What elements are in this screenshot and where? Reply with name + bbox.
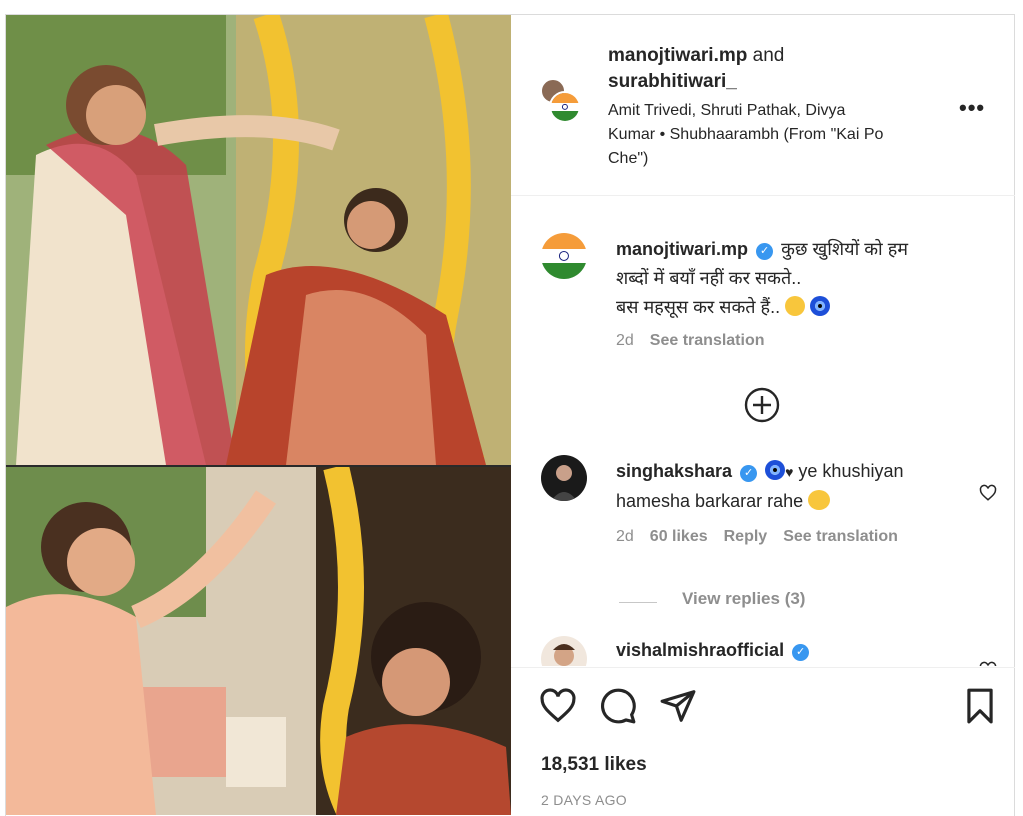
comment-text: vishalmishraofficial ✓ [616, 636, 976, 665]
audio-line-3: Che") [608, 150, 649, 167]
comment-singhakshara: singhakshara ✓ ♥ ye khushiyan hamesha ba… [616, 457, 976, 546]
heart-icon[interactable] [539, 687, 577, 725]
smile-emoji-icon [785, 296, 806, 316]
comment-username[interactable]: vishalmishraofficial [616, 640, 784, 660]
comment-time[interactable]: 2d [616, 528, 634, 545]
verified-badge-icon: ✓ [756, 243, 774, 260]
comment-see-translation[interactable]: See translation [783, 528, 898, 545]
post-sidebar: manojtiwari.mp and surabhitiwari_ Amit T… [511, 15, 1015, 815]
collab-avatars[interactable] [541, 79, 587, 125]
comment-like-heart-icon[interactable] [979, 484, 997, 502]
audio-line-1: Amit Trivedi, Shruti Pathak, Divya [608, 102, 846, 119]
black-heart-emoji-icon: ♥ [785, 464, 794, 480]
avatar-photo [553, 644, 575, 666]
photo-bottom-drawing [6, 467, 511, 815]
commenter-avatar-singhakshara[interactable] [541, 455, 587, 501]
comment-like-heart-icon[interactable] [979, 661, 997, 666]
post-header: manojtiwari.mp and surabhitiwari_ Amit T… [511, 15, 1015, 196]
photo-top-drawing [6, 15, 511, 465]
author-link-manojtiwari[interactable]: manojtiwari.mp [608, 45, 747, 66]
post-actions: 18,531 likes 2 DAYS AGO [511, 667, 1015, 816]
plus-circle-icon[interactable] [744, 387, 780, 423]
audio-attribution[interactable]: Amit Trivedi, Shruti Pathak, Divya Kumar… [608, 99, 928, 171]
comment-meta: 2d 60 likes Reply See translation [616, 528, 976, 546]
comment-vishalmishra: vishalmishraofficial ✓ [616, 636, 976, 665]
comment-text-line-1: ye khushiyan [798, 461, 904, 481]
comment-icon[interactable] [599, 687, 637, 725]
verified-badge-icon: ✓ [740, 465, 758, 482]
comment-text-line-2: hamesha barkarar rahe [616, 491, 804, 511]
comment-reply-button[interactable]: Reply [724, 528, 768, 545]
caption-block: manojtiwari.mp ✓ कुछ खुशियों को हम शब्दो… [616, 235, 986, 350]
view-replies-line [619, 602, 657, 603]
caption-line-1: कुछ खुशियों को हम [781, 239, 909, 259]
india-flag-icon [551, 93, 579, 121]
post-date[interactable]: 2 DAYS AGO [541, 792, 627, 808]
more-options-icon[interactable]: ••• [959, 95, 985, 121]
nazar-amulet-emoji-icon [810, 296, 831, 316]
caption-time[interactable]: 2d [616, 332, 634, 349]
nazar-amulet-emoji-icon [765, 460, 786, 480]
post-photo-top [6, 15, 511, 465]
caption-avatar[interactable] [541, 233, 587, 279]
commenter-avatar-vishalmishra[interactable] [541, 636, 587, 666]
view-replies-button[interactable]: View replies (3) [682, 589, 805, 609]
caption-see-translation[interactable]: See translation [650, 332, 765, 349]
paper-plane-icon[interactable] [659, 687, 697, 725]
bookmark-icon[interactable] [961, 687, 999, 725]
caption-meta: 2d See translation [616, 332, 986, 350]
caption-line-2: शब्दों में बयाँ नहीं कर सकते.. [616, 268, 802, 288]
audio-line-2: Kumar • Shubhaarambh (From "Kai Po [608, 126, 884, 143]
authors-and-text: and [752, 45, 785, 66]
comment-text: singhakshara ✓ ♥ ye khushiyan hamesha ba… [616, 457, 976, 516]
avatar-manojtiwari [549, 91, 581, 123]
comments-section[interactable]: manojtiwari.mp ✓ कुछ खुशियों को हम शब्दो… [511, 196, 1015, 666]
comment-username[interactable]: singhakshara [616, 461, 732, 481]
caption-text: manojtiwari.mp ✓ कुछ खुशियों को हम शब्दो… [616, 235, 986, 322]
post-authors: manojtiwari.mp and surabhitiwari_ [608, 43, 948, 95]
comment-likes[interactable]: 60 likes [650, 528, 708, 545]
avatar-photo [551, 465, 577, 501]
india-flag-icon [541, 233, 587, 279]
post-photo-bottom [6, 467, 511, 815]
post-likes-count[interactable]: 18,531 likes [541, 754, 647, 776]
hugging-face-emoji-icon [808, 490, 831, 510]
post-container: manojtiwari.mp and surabhitiwari_ Amit T… [5, 14, 1015, 816]
post-media[interactable] [6, 15, 511, 815]
caption-username[interactable]: manojtiwari.mp [616, 239, 748, 259]
verified-badge-icon: ✓ [792, 644, 810, 661]
caption-line-3: बस महसूस कर सकते हैं.. [616, 297, 781, 317]
author-link-surabhitiwari[interactable]: surabhitiwari_ [608, 71, 737, 92]
